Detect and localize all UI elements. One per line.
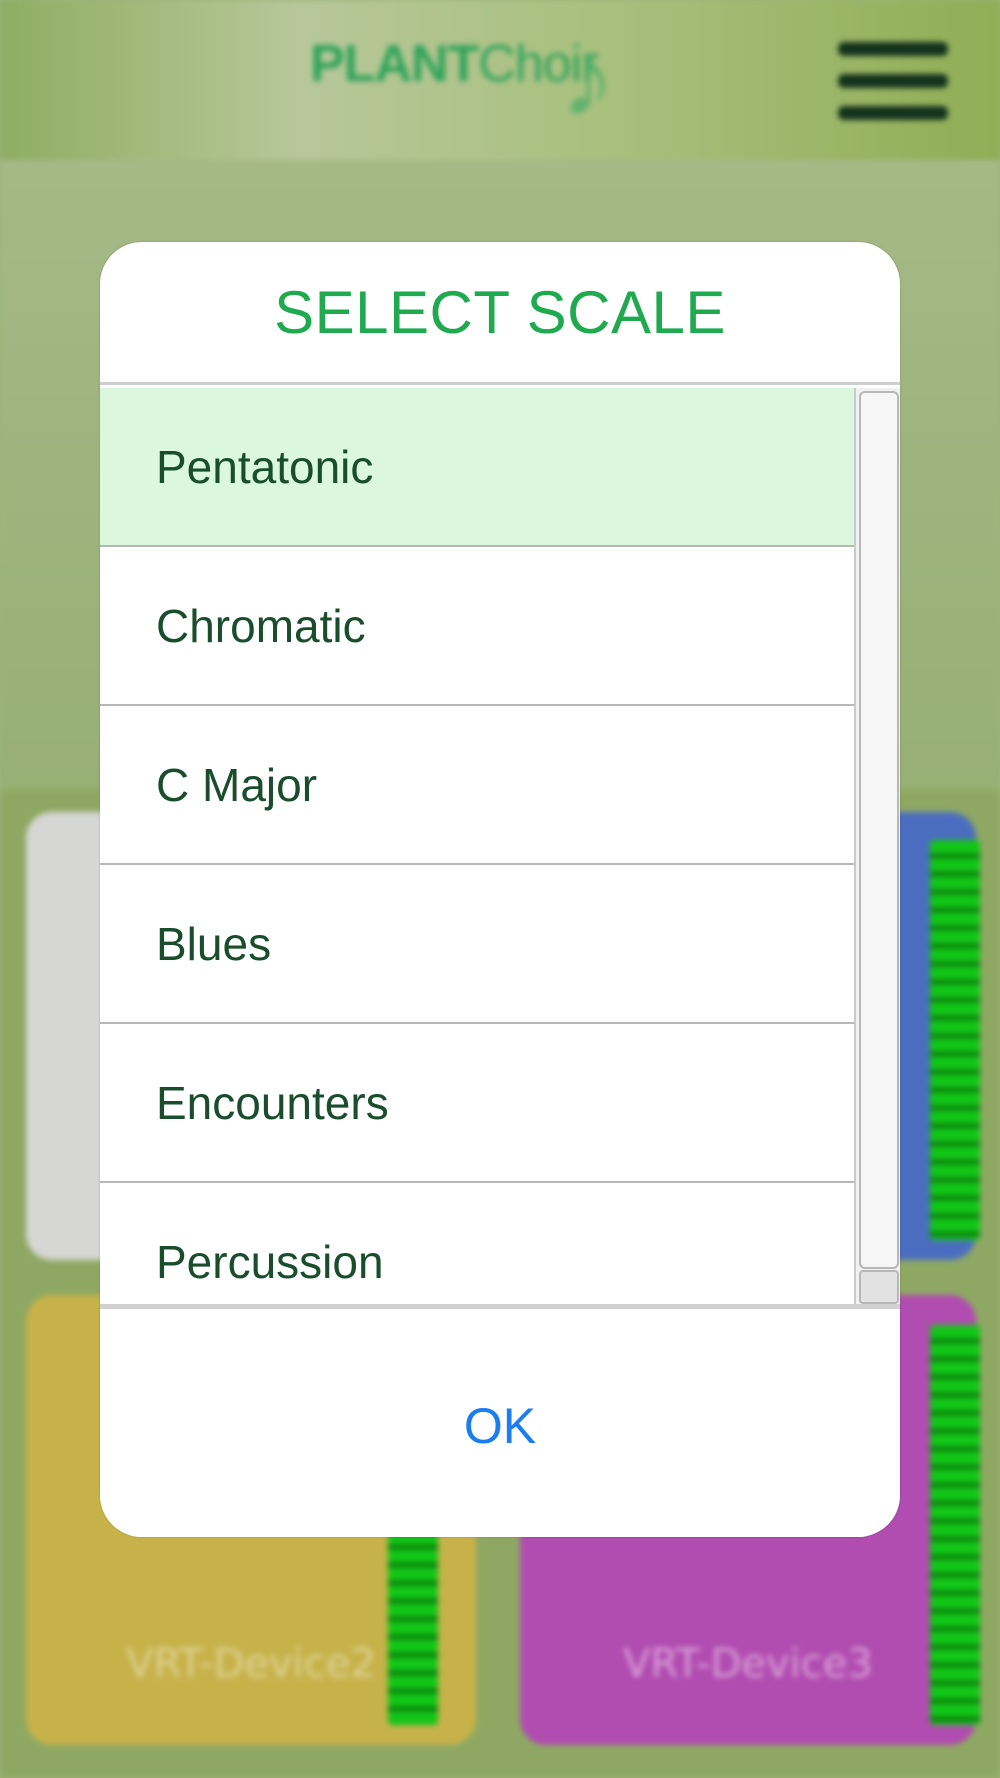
scale-option-c-major[interactable]: C Major — [100, 706, 854, 865]
scale-option-chromatic[interactable]: Chromatic — [100, 547, 854, 706]
scale-option-label: Percussion — [156, 1235, 384, 1288]
select-scale-dialog: SELECT SCALE Pentatonic Chromatic C Majo… — [100, 242, 900, 1537]
ok-button[interactable]: OK — [100, 1309, 900, 1537]
scale-option-label: Encounters — [156, 1076, 389, 1129]
plantchoir-logo: PLANTChoir ♪ — [310, 16, 615, 139]
hamburger-menu-icon[interactable] — [838, 42, 948, 120]
scale-option-label: Chromatic — [156, 599, 366, 652]
scale-option-label: Pentatonic — [156, 440, 374, 493]
scale-option-label: C Major — [156, 758, 318, 811]
scale-option-blues[interactable]: Blues — [100, 865, 854, 1024]
scrollbar-thumb[interactable] — [859, 391, 899, 1269]
scale-option-encounters[interactable]: Encounters — [100, 1024, 854, 1183]
dialog-title: SELECT SCALE — [274, 278, 726, 346]
dialog-footer: OK — [100, 1304, 900, 1537]
level-meter — [930, 840, 980, 1240]
scale-option-label: Blues — [156, 917, 272, 970]
app-header: PLANTChoir ♪ — [0, 0, 1000, 160]
music-note-icon: ♪ — [560, 16, 615, 139]
device-label: VRT-Device3 — [623, 1641, 873, 1687]
scroll-down-arrow-icon[interactable] — [859, 1270, 899, 1304]
list-scrollbar[interactable] — [854, 388, 900, 1306]
device-label: VRT-Device2 — [126, 1641, 376, 1687]
scale-option-pentatonic[interactable]: Pentatonic — [100, 388, 854, 547]
